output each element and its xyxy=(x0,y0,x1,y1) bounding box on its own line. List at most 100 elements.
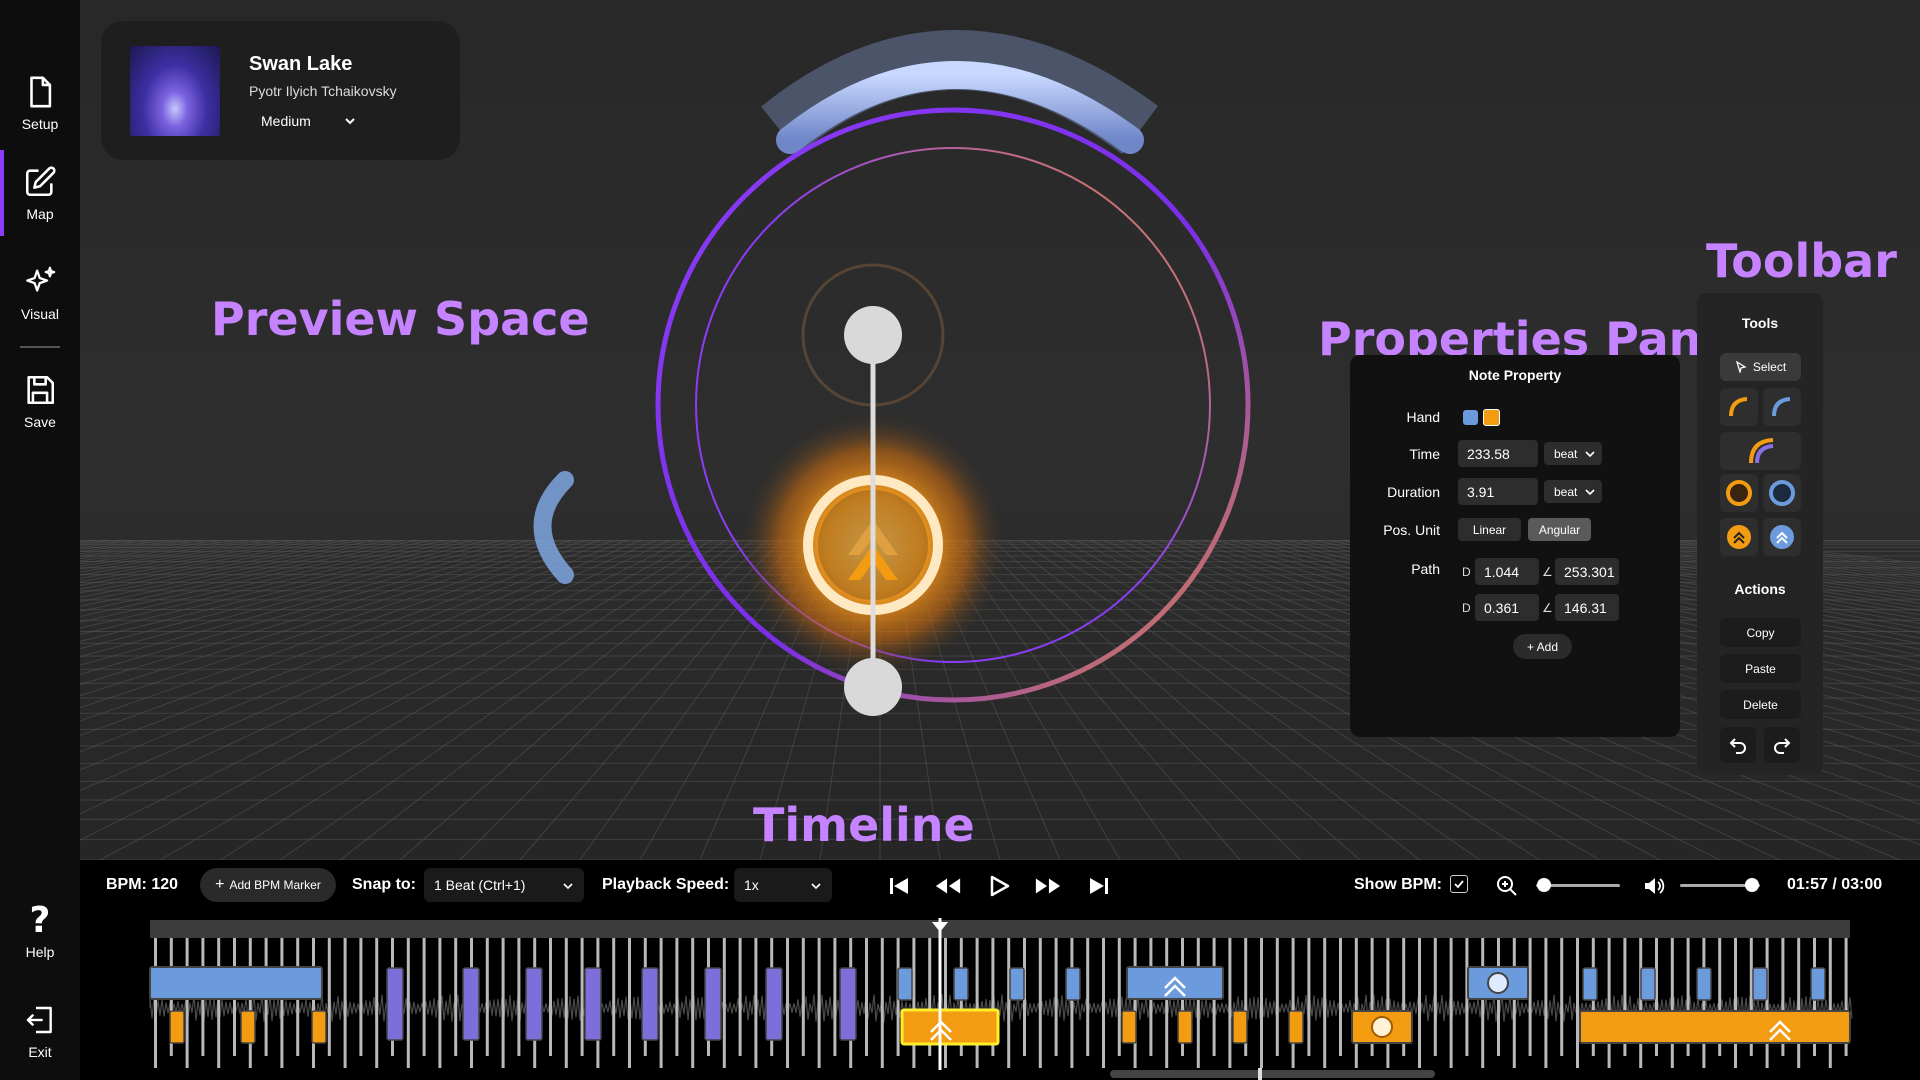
file-icon xyxy=(30,76,52,107)
beat-line xyxy=(1560,938,1564,1056)
beat-line xyxy=(422,938,426,1056)
blue-ring-tool[interactable] xyxy=(1763,474,1801,512)
fast-forward-button[interactable] xyxy=(1034,872,1062,900)
beat-line xyxy=(1196,938,1200,1068)
show-bpm-checkbox[interactable] xyxy=(1450,875,1468,893)
zoom-slider-thumb[interactable] xyxy=(1537,878,1552,892)
timeline-note xyxy=(839,967,857,1041)
rewind-icon xyxy=(935,878,961,894)
beat-line xyxy=(1133,938,1137,1068)
timeline-note xyxy=(1121,1010,1137,1044)
beat-line xyxy=(438,938,442,1068)
zoom-button[interactable] xyxy=(1493,872,1521,900)
hand-right-swatch[interactable] xyxy=(1483,409,1500,426)
snap-select[interactable]: 1 Beat (Ctrl+1) xyxy=(424,868,584,902)
toolbar: Tools Select Actions Copy Paste Delete xyxy=(1697,293,1823,775)
beat-line xyxy=(406,938,410,1068)
timeline-note xyxy=(765,967,783,1041)
beat-line xyxy=(248,938,252,1068)
delete-button[interactable]: Delete xyxy=(1720,690,1801,719)
volume-icon xyxy=(1645,878,1665,894)
volume-slider-thumb[interactable] xyxy=(1745,878,1759,892)
beat-line xyxy=(675,938,679,1056)
beat-line xyxy=(312,938,315,1068)
beat-line xyxy=(1828,938,1832,1068)
sidebar-item-label: Map xyxy=(26,205,54,222)
path-angle-input[interactable]: 146.31 xyxy=(1555,594,1619,621)
path-angle-input[interactable]: 253.301 xyxy=(1555,558,1619,585)
timeline-track[interactable] xyxy=(80,910,1920,1080)
beat-line xyxy=(1117,938,1121,1056)
sidebar-item-save[interactable]: Save xyxy=(0,358,80,444)
time-input[interactable]: 233.58 xyxy=(1458,440,1538,467)
song-artist: Pyotr Ilyich Tchaikovsky xyxy=(249,83,397,99)
path-d-label: D xyxy=(1462,601,1471,615)
help-button[interactable]: ? Help xyxy=(0,900,80,960)
timeline-note xyxy=(1696,967,1712,1001)
beat-line xyxy=(738,938,742,1056)
playback-speed-select[interactable]: 1x xyxy=(734,868,832,902)
copy-button[interactable]: Copy xyxy=(1720,618,1801,647)
difficulty-select[interactable]: Medium xyxy=(249,106,369,136)
beat-line xyxy=(1639,938,1643,1068)
path-distance-input[interactable]: 0.361 xyxy=(1475,594,1539,621)
dual-arc-icon xyxy=(1748,438,1773,464)
sidebar-item-visual[interactable]: Visual xyxy=(0,250,80,336)
play-button[interactable] xyxy=(985,872,1013,900)
beat-line xyxy=(754,938,758,1068)
rewind-button[interactable] xyxy=(934,872,962,900)
song-card: Swan Lake Pyotr Ilyich Tchaikovsky Mediu… xyxy=(101,21,460,160)
pos-unit-angular-button[interactable]: Angular xyxy=(1528,518,1591,541)
paste-button[interactable]: Paste xyxy=(1720,654,1801,683)
timeline-note xyxy=(1126,966,1224,1000)
edit-icon xyxy=(25,165,56,196)
sidebar-item-setup[interactable]: Setup xyxy=(0,60,80,146)
pos-unit-linear-button[interactable]: Linear xyxy=(1458,518,1521,541)
arc-note-left-tool[interactable] xyxy=(1763,388,1801,426)
timeline-note xyxy=(953,967,969,1001)
beat-line xyxy=(1576,938,1579,1068)
timeline[interactable] xyxy=(80,910,1920,1080)
sidebar-divider xyxy=(20,346,60,348)
timeline-note xyxy=(240,1010,256,1044)
beat-line xyxy=(1386,938,1390,1068)
play-icon xyxy=(990,875,1010,897)
orange-ring-icon xyxy=(1726,480,1752,506)
beat-line xyxy=(1734,938,1737,1068)
arc-note-right-tool[interactable] xyxy=(1720,388,1758,426)
orange-hold-tool[interactable] xyxy=(1720,518,1758,556)
beat-line xyxy=(580,938,584,1056)
timeline-note xyxy=(1640,967,1656,1001)
dual-arc-tool[interactable] xyxy=(1720,432,1801,470)
beat-line xyxy=(1544,938,1548,1068)
exit-button[interactable]: Exit xyxy=(0,1004,80,1060)
redo-button[interactable] xyxy=(1764,727,1800,763)
skip-to-end-button[interactable] xyxy=(1085,872,1113,900)
blue-hold-tool[interactable] xyxy=(1763,518,1801,556)
beat-line xyxy=(1512,938,1516,1068)
timeline-note xyxy=(1232,1010,1248,1044)
beat-line xyxy=(912,938,916,1068)
path-distance-input[interactable]: 1.044 xyxy=(1475,558,1539,585)
undo-button[interactable] xyxy=(1720,727,1756,763)
duration-input[interactable]: 3.91 xyxy=(1458,478,1538,505)
add-bpm-marker-button[interactable]: + Add BPM Marker xyxy=(200,868,336,902)
duration-unit-select[interactable]: beat xyxy=(1544,480,1602,503)
skip-to-start-button[interactable] xyxy=(885,872,913,900)
timeline-controls: BPM: 120 + Add BPM Marker Snap to: 1 Bea… xyxy=(80,860,1920,910)
add-path-button[interactable]: + Add xyxy=(1513,634,1572,659)
timeline-note xyxy=(1288,1010,1304,1044)
orange-ring-tool[interactable] xyxy=(1720,474,1758,512)
sidebar-item-map[interactable]: Map xyxy=(0,150,80,236)
beat-line xyxy=(359,938,363,1056)
beat-line xyxy=(786,938,789,1068)
beat-line xyxy=(1102,938,1105,1068)
select-tool-button[interactable]: Select xyxy=(1720,353,1801,381)
beat-line xyxy=(343,938,347,1068)
time-unit-select[interactable]: beat xyxy=(1544,442,1602,465)
beat-line xyxy=(1354,938,1358,1068)
properties-panel: Note Property Hand Time 233.58 beat Dura… xyxy=(1350,355,1680,737)
snap-value: 1 Beat (Ctrl+1) xyxy=(434,877,526,893)
hand-left-swatch[interactable] xyxy=(1463,410,1478,425)
volume-button[interactable] xyxy=(1640,872,1668,900)
